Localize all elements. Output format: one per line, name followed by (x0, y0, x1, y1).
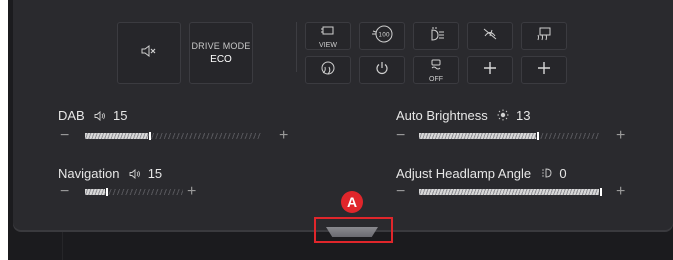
dab-volume-value: 15 (112, 108, 128, 123)
camera-view-icon (320, 23, 336, 41)
headlamp-angle-label: Adjust Headlamp Angle (396, 166, 532, 181)
navigation-volume-value: 15 (147, 166, 163, 181)
dab-volume-slider[interactable] (85, 132, 261, 140)
navigation-label: Navigation (58, 166, 120, 181)
speed-limit-button[interactable]: 100 (359, 22, 405, 50)
headlamp-angle-title: Adjust Headlamp Angle 0 (396, 166, 567, 182)
mute-button[interactable] (117, 22, 181, 84)
navigation-volume-increase[interactable]: + (187, 184, 196, 200)
tile-divider (296, 22, 297, 72)
volume-icon (129, 167, 141, 182)
display-screen: DRIVE MODE ECO VIEW 100 OFF DAB 15 − + N… (8, 0, 673, 260)
dab-volume-increase[interactable]: + (279, 128, 288, 144)
annotation-badge: A (341, 191, 363, 213)
navigation-volume-title: Navigation 15 (58, 166, 162, 182)
headlamp-angle-value: 0 (559, 166, 567, 181)
steering-heat-icon (319, 59, 337, 82)
add-shortcut-button[interactable] (521, 56, 567, 84)
dab-volume-title: DAB 15 (58, 108, 127, 124)
headlamp-angle-decrease[interactable]: − (396, 184, 405, 200)
dab-label: DAB (58, 108, 85, 123)
add-icon (483, 61, 497, 80)
camera-view-label: VIEW (319, 42, 337, 49)
volume-icon (94, 109, 106, 124)
speed-100-icon: 100 (370, 24, 394, 49)
drive-mode-label: DRIVE MODE (191, 41, 251, 51)
steering-heat-button[interactable] (305, 56, 351, 84)
power-button[interactable] (359, 56, 405, 84)
auto-brightness-fill (419, 132, 539, 140)
headlamp-angle-slider[interactable] (419, 188, 602, 196)
headlamp-level-icon (541, 167, 553, 182)
auto-brightness-increase[interactable]: + (616, 128, 625, 144)
add-shortcut-button[interactable] (467, 56, 513, 84)
rear-defrost-icon (534, 26, 554, 47)
headlamp-angle-fill (419, 188, 602, 196)
drive-mode-button[interactable]: DRIVE MODE ECO (189, 22, 253, 84)
rear-defrost-button[interactable] (521, 22, 567, 50)
no-wiper-icon (481, 26, 499, 47)
headlamp-angle-increase[interactable]: + (616, 184, 625, 200)
speaker-mute-icon (140, 44, 158, 63)
auto-brightness-slider[interactable] (419, 132, 599, 140)
auto-brightness-title: Auto Brightness 13 (396, 108, 531, 124)
panel-drag-handle[interactable] (326, 227, 378, 237)
dab-volume-fill (85, 132, 152, 140)
navigation-volume-slider[interactable] (85, 188, 183, 196)
wiper-off-button[interactable] (467, 22, 513, 50)
add-icon (537, 61, 551, 80)
headlamp-washer-button[interactable] (413, 22, 459, 50)
brightness-icon (497, 109, 509, 124)
camera-view-button[interactable]: VIEW (305, 22, 351, 50)
dab-volume-decrease[interactable]: − (60, 128, 69, 144)
auto-brightness-value: 13 (516, 108, 531, 123)
drive-mode-value: ECO (210, 54, 232, 65)
headlamp-washer-icon (426, 26, 446, 47)
traction-control-button[interactable]: OFF (413, 56, 459, 84)
traction-off-label: OFF (429, 76, 443, 83)
navigation-volume-fill (85, 188, 108, 196)
power-icon (375, 61, 389, 80)
auto-brightness-decrease[interactable]: − (396, 128, 405, 144)
auto-brightness-label: Auto Brightness (396, 108, 488, 123)
navigation-volume-decrease[interactable]: − (60, 184, 69, 200)
traction-off-icon (429, 57, 443, 75)
divider (62, 232, 63, 260)
svg-text:100: 100 (378, 31, 390, 38)
